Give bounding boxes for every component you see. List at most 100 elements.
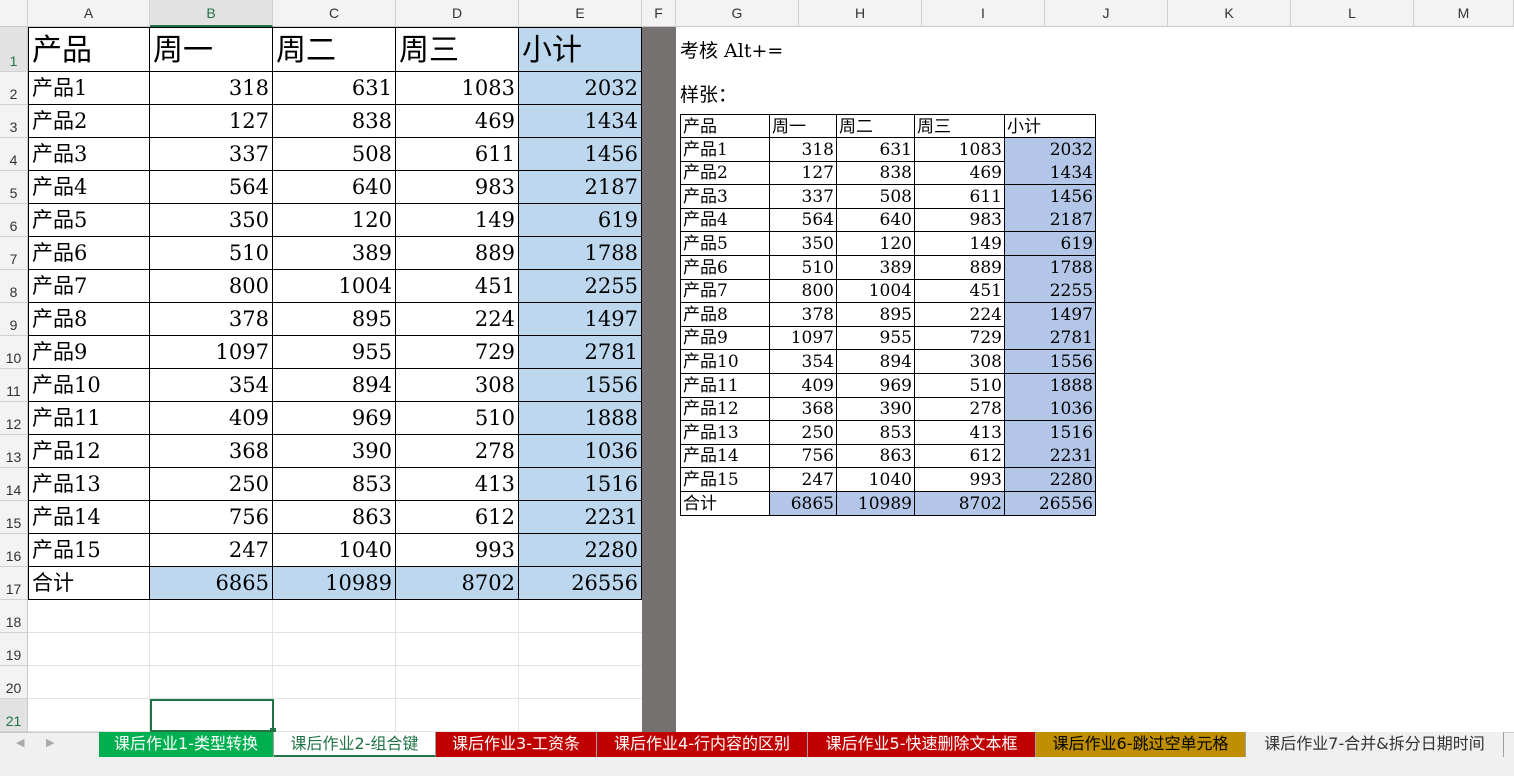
column-header-E[interactable]: E xyxy=(519,0,642,27)
row-header-3[interactable]: 3 xyxy=(0,105,28,138)
data-cell[interactable]: 产品14 xyxy=(28,501,150,534)
data-cell[interactable]: 413 xyxy=(396,468,519,501)
column-header-A[interactable]: A xyxy=(28,0,150,27)
data-cell[interactable]: 2187 xyxy=(519,171,642,204)
total-cell[interactable]: 合计 xyxy=(28,567,150,600)
tab-scroll-prev[interactable]: ◀ xyxy=(16,736,24,749)
sheet-tab-5[interactable]: 课后作业5-快速删除文本框 xyxy=(808,732,1036,757)
active-cell[interactable] xyxy=(150,699,274,732)
row-header-7[interactable]: 7 xyxy=(0,237,28,270)
data-cell[interactable]: 1036 xyxy=(519,435,642,468)
row-header-17[interactable]: 17 xyxy=(0,567,28,600)
data-cell[interactable]: 250 xyxy=(150,468,273,501)
data-cell[interactable]: 895 xyxy=(273,303,396,336)
data-cell[interactable]: 247 xyxy=(150,534,273,567)
data-cell[interactable]: 631 xyxy=(273,72,396,105)
data-cell[interactable]: 729 xyxy=(396,336,519,369)
data-cell[interactable]: 1040 xyxy=(273,534,396,567)
data-cell[interactable]: 469 xyxy=(396,105,519,138)
header-cell[interactable]: 周三 xyxy=(396,27,519,72)
row-header-2[interactable]: 2 xyxy=(0,72,28,105)
data-cell[interactable]: 2032 xyxy=(519,72,642,105)
data-cell[interactable]: 产品8 xyxy=(28,303,150,336)
sheet-tab-2[interactable]: 课后作业2-组合键 xyxy=(274,732,436,757)
data-cell[interactable]: 224 xyxy=(396,303,519,336)
data-cell[interactable]: 510 xyxy=(396,402,519,435)
row-header-19[interactable]: 19 xyxy=(0,633,28,666)
header-cell[interactable]: 周二 xyxy=(273,27,396,72)
data-cell[interactable]: 640 xyxy=(273,171,396,204)
row-header-13[interactable]: 13 xyxy=(0,435,28,468)
row-header-12[interactable]: 12 xyxy=(0,402,28,435)
header-cell[interactable]: 产品 xyxy=(28,27,150,72)
column-header-J[interactable]: J xyxy=(1045,0,1168,27)
data-cell[interactable]: 612 xyxy=(396,501,519,534)
row-header-9[interactable]: 9 xyxy=(0,303,28,336)
data-cell[interactable]: 产品5 xyxy=(28,204,150,237)
sheet-tab-1[interactable]: 课后作业1-类型转换 xyxy=(99,732,274,757)
sheet-tab-6[interactable]: 课后作业6-跳过空单元格 xyxy=(1036,732,1246,757)
row-header-21[interactable]: 21 xyxy=(0,699,28,732)
column-header-C[interactable]: C xyxy=(273,0,396,27)
data-cell[interactable]: 1083 xyxy=(396,72,519,105)
data-cell[interactable]: 产品4 xyxy=(28,171,150,204)
total-cell[interactable]: 8702 xyxy=(396,567,519,600)
data-cell[interactable]: 2781 xyxy=(519,336,642,369)
data-cell[interactable]: 368 xyxy=(150,435,273,468)
sheet-tab-4[interactable]: 课后作业4-行内容的区别 xyxy=(597,732,808,757)
row-header-10[interactable]: 10 xyxy=(0,336,28,369)
data-cell[interactable]: 1097 xyxy=(150,336,273,369)
row-header-16[interactable]: 16 xyxy=(0,534,28,567)
data-cell[interactable]: 863 xyxy=(273,501,396,534)
total-cell[interactable]: 6865 xyxy=(150,567,273,600)
data-cell[interactable]: 278 xyxy=(396,435,519,468)
data-cell[interactable]: 产品2 xyxy=(28,105,150,138)
column-header-G[interactable]: G xyxy=(676,0,799,27)
data-cell[interactable]: 1788 xyxy=(519,237,642,270)
row-header-15[interactable]: 15 xyxy=(0,501,28,534)
data-cell[interactable]: 318 xyxy=(150,72,273,105)
data-cell[interactable]: 508 xyxy=(273,138,396,171)
data-cell[interactable]: 1004 xyxy=(273,270,396,303)
data-cell[interactable]: 993 xyxy=(396,534,519,567)
data-cell[interactable]: 产品1 xyxy=(28,72,150,105)
data-cell[interactable]: 350 xyxy=(150,204,273,237)
data-cell[interactable]: 619 xyxy=(519,204,642,237)
data-cell[interactable]: 354 xyxy=(150,369,273,402)
data-cell[interactable]: 1456 xyxy=(519,138,642,171)
data-cell[interactable]: 969 xyxy=(273,402,396,435)
data-cell[interactable]: 1497 xyxy=(519,303,642,336)
column-header-I[interactable]: I xyxy=(922,0,1045,27)
column-header-H[interactable]: H xyxy=(799,0,922,27)
data-cell[interactable]: 894 xyxy=(273,369,396,402)
data-cell[interactable]: 955 xyxy=(273,336,396,369)
data-cell[interactable]: 756 xyxy=(150,501,273,534)
data-cell[interactable]: 983 xyxy=(396,171,519,204)
data-cell[interactable]: 2280 xyxy=(519,534,642,567)
data-cell[interactable]: 2231 xyxy=(519,501,642,534)
row-header-18[interactable]: 18 xyxy=(0,600,28,633)
data-cell[interactable]: 产品9 xyxy=(28,336,150,369)
data-cell[interactable]: 产品15 xyxy=(28,534,150,567)
data-cell[interactable]: 1556 xyxy=(519,369,642,402)
total-cell[interactable]: 26556 xyxy=(519,567,642,600)
data-cell[interactable]: 838 xyxy=(273,105,396,138)
sheet-tab-3[interactable]: 课后作业3-工资条 xyxy=(436,732,597,757)
data-cell[interactable]: 451 xyxy=(396,270,519,303)
header-cell[interactable]: 周一 xyxy=(150,27,273,72)
data-cell[interactable]: 产品12 xyxy=(28,435,150,468)
frozen-pane-divider[interactable] xyxy=(642,27,676,732)
row-header-6[interactable]: 6 xyxy=(0,204,28,237)
sheet-tab-7[interactable]: 课后作业7-合并&拆分日期时间 xyxy=(1246,732,1504,757)
data-cell[interactable]: 149 xyxy=(396,204,519,237)
data-cell[interactable]: 127 xyxy=(150,105,273,138)
data-cell[interactable]: 409 xyxy=(150,402,273,435)
data-cell[interactable]: 308 xyxy=(396,369,519,402)
data-cell[interactable]: 389 xyxy=(273,237,396,270)
total-cell[interactable]: 10989 xyxy=(273,567,396,600)
data-cell[interactable]: 产品11 xyxy=(28,402,150,435)
data-cell[interactable]: 889 xyxy=(396,237,519,270)
data-cell[interactable]: 1888 xyxy=(519,402,642,435)
data-cell[interactable]: 800 xyxy=(150,270,273,303)
row-header-20[interactable]: 20 xyxy=(0,666,28,699)
